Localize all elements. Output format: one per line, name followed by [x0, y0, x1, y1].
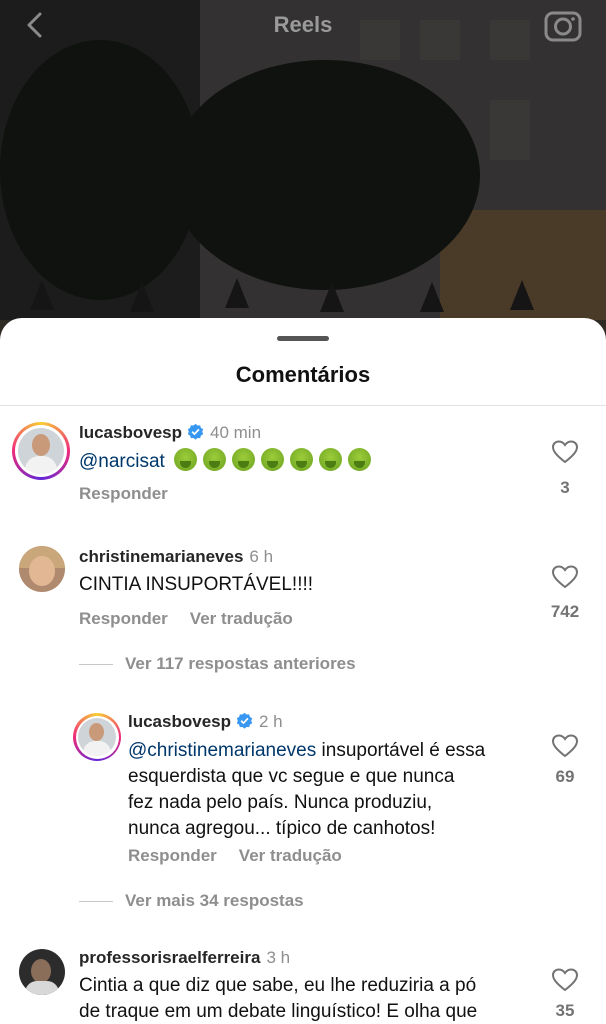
- comment-item: lucasbovesp 40 min @narcisat Responder 3: [0, 418, 606, 518]
- background-umbrella: [420, 282, 444, 312]
- username[interactable]: lucasbovesp: [128, 712, 231, 731]
- reply-button[interactable]: Responder: [79, 484, 168, 503]
- translate-button[interactable]: Ver tradução: [190, 609, 293, 628]
- view-more-replies-label: Ver mais 34 respostas: [125, 891, 304, 910]
- nauseated-face-icon: [174, 448, 198, 471]
- comment-item: professorisraelferreira 3 h Cintia a que …: [0, 946, 606, 1024]
- sheet-title: Comentários: [235, 362, 371, 387]
- like-count: 3: [560, 478, 570, 497]
- reels-header: Reels: [0, 0, 606, 52]
- avatar[interactable]: [19, 546, 65, 592]
- comments-sheet: Comentários lucasbovesp 40 min @narcisat …: [0, 318, 606, 1024]
- comment-header: lucasbovesp 40 min: [79, 423, 261, 443]
- nauseated-face-icon: [290, 448, 314, 471]
- comment-actions: Responder Ver tradução: [128, 846, 364, 866]
- reply-button[interactable]: Responder: [79, 609, 168, 628]
- background-umbrella: [225, 278, 249, 308]
- background-umbrella: [510, 280, 534, 310]
- like-count: 35: [555, 1001, 575, 1020]
- mention-link[interactable]: @christinemarianeves: [128, 740, 316, 761]
- background-umbrella: [130, 282, 154, 312]
- username[interactable]: professorisraelferreira: [79, 948, 260, 967]
- mention-link[interactable]: @narcisat: [79, 451, 165, 472]
- comment-time: 2 h: [259, 712, 283, 731]
- camera-icon[interactable]: [543, 6, 583, 44]
- avatar: [78, 718, 116, 756]
- nauseated-face-icon: [232, 448, 256, 471]
- username[interactable]: lucasbovesp: [79, 423, 182, 442]
- divider: [79, 901, 113, 903]
- avatar-story-ring[interactable]: [12, 422, 70, 480]
- comment-text: @narcisat: [79, 448, 377, 479]
- comment-text-line: de traque em um debate linguístico! E ol…: [79, 1001, 478, 1022]
- sheet-drag-handle[interactable]: [277, 336, 329, 341]
- verified-badge-icon: [187, 423, 204, 440]
- translate-button[interactable]: Ver tradução: [239, 846, 342, 865]
- comment-time: 6 h: [249, 547, 274, 566]
- comment-text-line: insuportável é essa: [316, 740, 486, 761]
- background-umbrella: [320, 282, 344, 312]
- view-previous-replies-button[interactable]: Ver 117 respostas anteriores: [79, 654, 356, 674]
- background-umbrella: [30, 280, 54, 310]
- background-tree: [170, 60, 480, 290]
- comment-text-line: fez nada pelo país. Nunca produziu,: [128, 792, 433, 813]
- avatar: [18, 428, 64, 474]
- avatar[interactable]: [19, 949, 65, 995]
- comment-text: Cintia a que diz que sabe, eu lhe reduzi…: [79, 973, 477, 1024]
- nauseated-face-icon: [203, 448, 227, 471]
- background-window: [490, 100, 530, 160]
- comment-item: christinemarianeves 6 h CINTIA INSUPORTÁV…: [0, 543, 606, 683]
- username[interactable]: christinemarianeves: [79, 547, 243, 566]
- like-count: 69: [555, 767, 575, 786]
- heart-icon[interactable]: [552, 440, 578, 464]
- divider: [79, 664, 113, 666]
- nauseated-face-icon: [348, 448, 372, 471]
- nauseated-face-icon: [261, 448, 285, 471]
- verified-badge-icon: [236, 712, 253, 729]
- comment-time: 40 min: [210, 423, 262, 442]
- comment-text: CINTIA INSUPORTÁVEL!!!!: [79, 574, 314, 595]
- comment-header: professorisraelferreira 3 h: [79, 948, 290, 968]
- comment-header: christinemarianeves 6 h: [79, 547, 273, 567]
- divider: [0, 405, 606, 406]
- heart-icon[interactable]: [552, 968, 578, 992]
- avatar-story-ring[interactable]: [73, 713, 121, 761]
- reply-item: lucasbovesp 2 h @christinemarianeves insu…: [0, 710, 606, 910]
- emoji-sequence: [174, 448, 377, 479]
- comment-text-line: nunca agregou... típico de canhotos!: [128, 818, 436, 839]
- comment-actions: Responder: [79, 484, 190, 504]
- comment-header: lucasbovesp 2 h: [128, 712, 283, 732]
- comment-text-line: esquerdista que vc segue e que nunca: [128, 766, 455, 787]
- comment-text: @christinemarianeves insuportável é essa…: [128, 738, 485, 842]
- view-more-replies-button[interactable]: Ver mais 34 respostas: [79, 891, 304, 911]
- like-count: 742: [550, 602, 580, 621]
- nauseated-face-icon: [319, 448, 343, 471]
- heart-icon[interactable]: [552, 565, 578, 589]
- background-tree: [0, 40, 200, 300]
- comment-actions: Responder Ver tradução: [79, 609, 315, 629]
- reply-button[interactable]: Responder: [128, 846, 217, 865]
- heart-icon[interactable]: [552, 734, 578, 758]
- page-title: Reels: [273, 12, 333, 37]
- comment-text-line: Cintia a que diz que sabe, eu lhe reduzi…: [79, 975, 477, 996]
- view-previous-replies-label: Ver 117 respostas anteriores: [125, 654, 356, 673]
- comment-time: 3 h: [266, 948, 291, 967]
